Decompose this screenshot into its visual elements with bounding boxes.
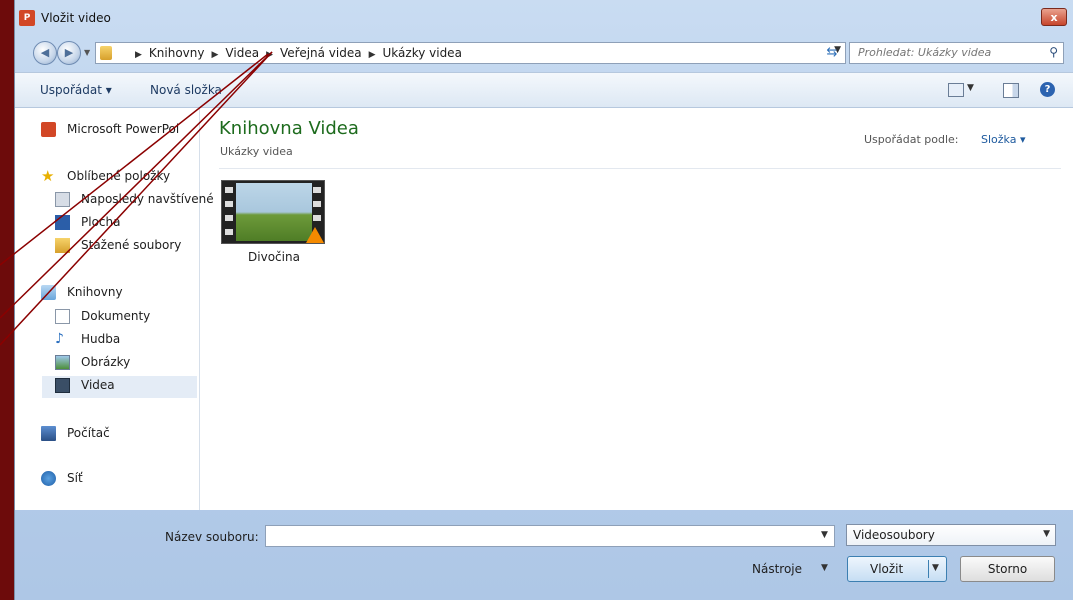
new-folder-button[interactable]: Nová složka	[150, 83, 222, 97]
network-icon	[41, 471, 56, 486]
content-area: Microsoft PowerPoi ★ Oblíbené položky Na…	[15, 108, 1073, 510]
video-thumbnail	[221, 180, 325, 244]
recent-places-icon	[55, 192, 70, 207]
back-button[interactable]: ◀	[33, 41, 57, 65]
navigation-bar: ◀ ▶ ▼ ▶ Knihovny ▶ Videa ▶ Veřejná videa ▶ Ukáz…	[15, 34, 1073, 70]
film-sprocket	[313, 215, 321, 221]
film-sprocket	[225, 187, 233, 193]
insert-options-dropdown-icon[interactable]: ▼	[932, 563, 939, 573]
search-icon[interactable]: ⚲	[1049, 45, 1058, 59]
divider	[219, 168, 1061, 169]
tools-menu[interactable]: Nástroje	[752, 562, 802, 576]
view-options-dropdown-icon[interactable]: ▼	[967, 83, 974, 93]
footer-panel: Název souboru: ▼ Videosoubory ▼ Nástroje…	[15, 510, 1073, 600]
sidebar-item-label: Počítač	[67, 426, 110, 440]
libraries-icon	[41, 285, 56, 300]
film-sprocket	[225, 229, 233, 235]
title-bar: P Vložit video x	[15, 0, 1073, 34]
sidebar-item-label: Naposledy navštívené	[81, 192, 214, 206]
breadcrumb-sample-videos[interactable]: Ukázky videa	[383, 46, 462, 60]
search-box[interactable]: ⚲	[849, 42, 1064, 64]
window-title: Vložit video	[41, 11, 111, 25]
filename-input[interactable]	[265, 525, 835, 547]
file-type-value: Videosoubory	[853, 528, 935, 542]
breadcrumb-separator: ▶	[135, 50, 142, 60]
powerpoint-icon	[41, 122, 56, 137]
library-title: Knihovna Videa	[219, 118, 359, 139]
file-type-select[interactable]: Videosoubory ▼	[846, 524, 1056, 546]
breadcrumb-separator: ▶	[211, 50, 219, 60]
view-options-icon[interactable]	[948, 83, 964, 97]
organize-menu[interactable]: Uspořádat ▾	[40, 83, 112, 97]
sidebar-item-label: Microsoft PowerPoi	[67, 122, 180, 136]
dialog-window: P Vložit video x ◀ ▶ ▼ ▶ Knihovny ▶ Videa ▶ V…	[14, 0, 1073, 600]
downloads-folder-icon	[55, 238, 70, 253]
help-icon[interactable]: ?	[1040, 82, 1055, 97]
arrange-by-label: Uspořádat podle:	[864, 133, 959, 146]
chevron-down-icon: ▼	[1043, 529, 1050, 539]
breadcrumb-public-videos[interactable]: Veřejná videa	[280, 46, 362, 60]
sidebar-item-label: Oblíbené položky	[67, 169, 171, 183]
folder-icon	[100, 46, 112, 60]
command-bar: Uspořádat ▾ Nová složka ▼ ?	[15, 72, 1073, 108]
file-list-pane[interactable]: Knihovna Videa Ukázky videa Uspořádat po…	[201, 108, 1073, 510]
filename-label: Název souboru:	[165, 530, 259, 544]
navigation-pane[interactable]: Microsoft PowerPoi ★ Oblíbené položky Na…	[15, 108, 214, 510]
preview-pane-icon[interactable]	[1003, 83, 1019, 98]
breadcrumb-videos[interactable]: Videa	[225, 46, 259, 60]
film-sprocket	[225, 201, 233, 207]
film-icon	[55, 378, 70, 393]
computer-icon	[41, 426, 56, 441]
sidebar-item-label: Knihovny	[67, 285, 123, 299]
pictures-icon	[55, 355, 70, 370]
search-input[interactable]	[856, 45, 1040, 60]
sidebar-item-videos[interactable]: Videa	[42, 376, 197, 398]
sidebar-item-label: Hudba	[81, 332, 121, 346]
filename-dropdown-icon[interactable]: ▼	[821, 530, 828, 540]
sidebar-item-label: Síť	[67, 471, 83, 485]
sidebar-item-label: Dokumenty	[81, 309, 151, 323]
address-bar[interactable]: ▶ Knihovny ▶ Videa ▶ Veřejná videa ▶ Ukázky vid…	[95, 42, 846, 64]
sidebar-item-label: Stažené soubory	[81, 238, 182, 252]
split-divider	[928, 560, 929, 578]
refresh-button[interactable]: ⇆	[820, 42, 844, 64]
breadcrumb-separator: ▶	[266, 50, 273, 60]
film-sprocket	[225, 215, 233, 221]
powerpoint-app-icon: P	[19, 10, 35, 26]
file-name: Divočina	[248, 250, 300, 264]
forward-button[interactable]: ▶	[57, 41, 81, 65]
sidebar-item-label: Plocha	[81, 215, 121, 229]
film-sprocket	[313, 201, 321, 207]
library-subtitle: Ukázky videa	[220, 145, 293, 158]
breadcrumb-libraries[interactable]: Knihovny	[149, 46, 205, 60]
music-note-icon: ♪	[55, 331, 64, 347]
arrange-by-dropdown[interactable]: Složka ▾	[981, 133, 1025, 146]
insert-label: Vložit	[870, 562, 904, 576]
file-item[interactable]: Divočina	[215, 180, 333, 270]
vlc-cone-icon	[306, 227, 324, 243]
close-button[interactable]: x	[1041, 8, 1067, 26]
breadcrumb-separator: ▶	[368, 50, 376, 60]
star-icon: ★	[41, 167, 55, 185]
documents-icon	[55, 309, 70, 324]
film-sprocket	[313, 187, 321, 193]
recent-pages-dropdown[interactable]: ▼	[84, 48, 90, 57]
sidebar-item-label: Videa	[81, 378, 115, 392]
insert-button[interactable]: Vložit ▼	[847, 556, 947, 582]
tools-dropdown-icon[interactable]: ▼	[821, 563, 828, 573]
desktop-icon	[55, 215, 70, 230]
cancel-button[interactable]: Storno	[960, 556, 1055, 582]
sidebar-item-label: Obrázky	[81, 355, 131, 369]
video-preview-image	[236, 183, 312, 241]
breadcrumb: ▶ Knihovny ▶ Videa ▶ Veřejná videa ▶ Ukázky vid…	[128, 46, 462, 60]
